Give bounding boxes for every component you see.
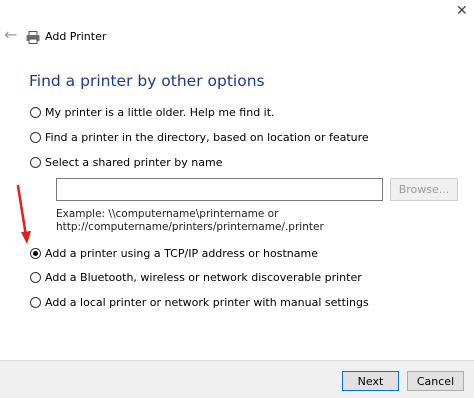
option-local-manual[interactable]: Add a local printer or network printer w… [30,296,369,309]
close-icon[interactable]: ✕ [456,4,468,18]
browse-button[interactable]: Browse... [390,178,458,201]
option-label: My printer is a little older. Help me fi… [45,106,275,119]
option-label: Add a local printer or network printer w… [45,296,369,309]
option-bluetooth-wireless[interactable]: Add a Bluetooth, wireless or network dis… [30,271,362,284]
radio-button[interactable] [30,297,41,308]
example-line-2: http://computername/printers/printername… [56,221,324,233]
option-label: Add a Bluetooth, wireless or network dis… [45,271,362,284]
radio-button[interactable] [30,272,41,283]
cancel-button[interactable]: Cancel [407,371,464,391]
next-button[interactable]: Next [342,371,399,391]
annotation-arrow-icon [16,184,31,244]
option-label: Find a printer in the directory, based o… [45,131,369,144]
option-label: Add a printer using a TCP/IP address or … [45,247,318,260]
example-text: Example: \\computername\printername or h… [56,208,324,234]
title-bar: ← Add Printer ✕ [0,0,474,62]
shared-printer-name-input[interactable] [56,178,383,201]
window-title: Add Printer [45,30,107,43]
page-heading: Find a printer by other options [29,72,265,90]
option-label: Select a shared printer by name [45,156,223,169]
footer-bar [0,360,474,398]
example-line-1: Example: \\computername\printername or [56,208,279,220]
option-older-printer[interactable]: My printer is a little older. Help me fi… [30,106,275,119]
option-directory-search[interactable]: Find a printer in the directory, based o… [30,131,369,144]
option-tcp-ip[interactable]: Add a printer using a TCP/IP address or … [30,247,318,260]
option-shared-printer[interactable]: Select a shared printer by name [30,156,222,169]
